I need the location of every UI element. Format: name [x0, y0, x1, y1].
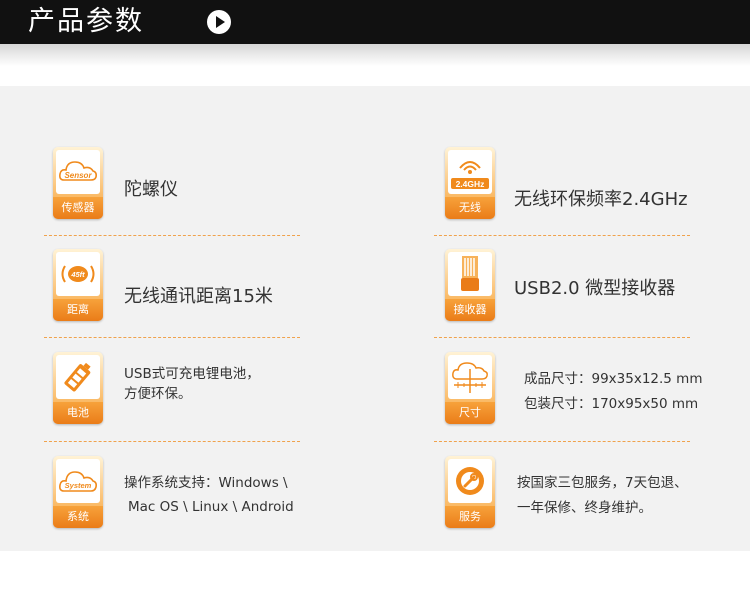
caption-size: 尺寸 [445, 402, 495, 424]
spec-frequency: 无线环保频率2.4GHz [514, 189, 688, 210]
spec-os-line2: Mac OS \ Linux \ Android [128, 499, 294, 515]
distance-45ft-icon: 45ft 距离 [53, 249, 103, 321]
usb-receiver-icon: 接收器 [445, 249, 495, 321]
caption-wireless: 无线 [445, 197, 495, 219]
system-cloud-icon: System 系统 [53, 456, 103, 528]
spec-product-size: 成品尺寸：99x35x12.5 mm [524, 371, 703, 387]
spec-service-line2: 一年保修、终身维护。 [517, 500, 652, 516]
spec-package-size: 包装尺寸：170x95x50 mm [524, 396, 699, 412]
battery-icon: 电池 [53, 352, 103, 424]
wifi-icon-label: 2.4GHz [456, 179, 485, 189]
play-icon[interactable] [207, 10, 231, 34]
divider [44, 235, 300, 236]
spec-distance: 无线通讯距离15米 [124, 286, 273, 307]
caption-receiver: 接收器 [445, 299, 495, 321]
caption-system: 系统 [53, 506, 103, 528]
caption-battery: 电池 [53, 402, 103, 424]
spec-gyroscope: 陀螺仪 [124, 179, 178, 200]
spec-receiver: USB2.0 微型接收器 [514, 278, 676, 299]
sensor-icon-label: Sensor [64, 171, 92, 180]
divider [434, 235, 690, 236]
ruler-cloud-icon: 尺寸 [445, 352, 495, 424]
divider [434, 337, 690, 338]
divider [44, 337, 300, 338]
header-bar: 产品参数 [0, 0, 750, 44]
system-icon-label: System [65, 481, 92, 490]
wifi-2.4ghz-icon: 2.4GHz 无线 [445, 147, 495, 219]
caption-distance: 距离 [53, 299, 103, 321]
spec-service-line1: 按国家三包服务，7天包退、 [517, 475, 688, 491]
divider [434, 441, 690, 442]
divider [44, 441, 300, 442]
spec-panel: Sensor 传感器 陀螺仪 2.4GHz 无线 无线环保频率2.4GHz 45… [0, 86, 750, 551]
spec-os-line1: 操作系统支持：Windows \ [124, 475, 288, 491]
spec-battery-line2: 方便环保。 [124, 386, 192, 402]
sensor-cloud-icon: Sensor 传感器 [53, 147, 103, 219]
service-wrench-icon: 服务 [445, 456, 495, 528]
distance-icon-label: 45ft [70, 270, 85, 279]
caption-sensor: 传感器 [53, 197, 103, 219]
header-shadow [0, 44, 750, 66]
page-title: 产品参数 [28, 6, 144, 37]
caption-service: 服务 [445, 506, 495, 528]
